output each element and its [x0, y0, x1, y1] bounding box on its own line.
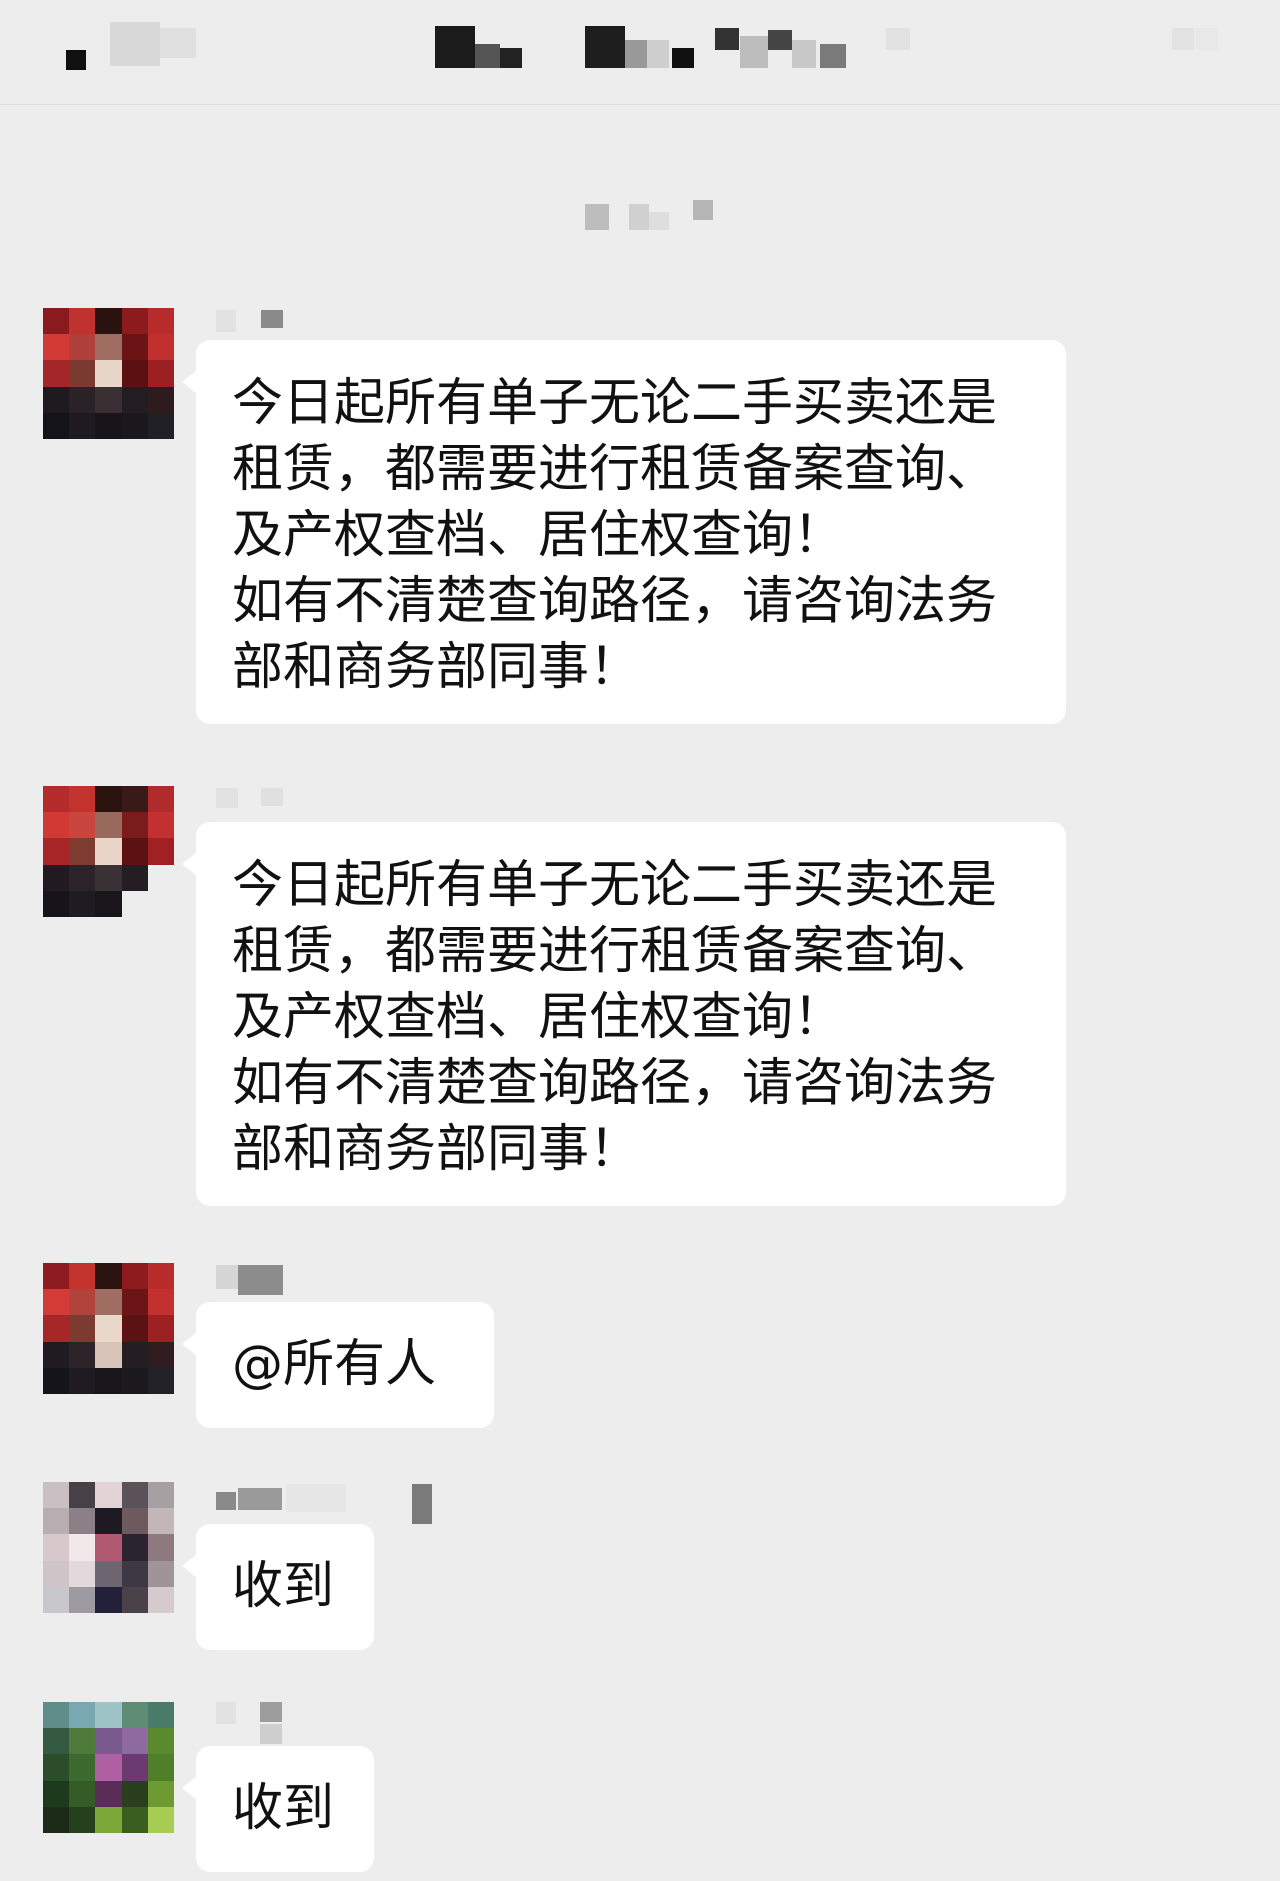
- timestamp: [585, 200, 715, 232]
- message-line: 及产权查档、居住权查询！: [232, 506, 845, 565]
- message-bubble: 今日起所有单子无论二手买卖还是 租赁，都需要进行租赁备案查询、 及产权查档、居住…: [182, 822, 1066, 1206]
- avatar[interactable]: [43, 1702, 174, 1833]
- chat-header: [0, 0, 1280, 105]
- avatar[interactable]: [43, 1263, 174, 1394]
- message-line: 租赁，都需要进行租赁备案查询、: [232, 922, 998, 981]
- message-line: 如有不清楚查询路径，请咨询法务: [232, 1054, 998, 1113]
- message-line: 租赁，都需要进行租赁备案查询、: [232, 440, 998, 499]
- message-line: 如有不清楚查询路径，请咨询法务: [232, 572, 998, 631]
- message-line: 今日起所有单子无论二手买卖还是: [232, 374, 998, 433]
- message-line: 今日起所有单子无论二手买卖还是: [232, 856, 998, 915]
- message-line: 收到: [232, 1557, 335, 1616]
- message-bubble: 今日起所有单子无论二手买卖还是 租赁，都需要进行租赁备案查询、 及产权查档、居住…: [182, 340, 1066, 724]
- message-line: 部和商务部同事！: [232, 1120, 641, 1179]
- message-bubble: 收到: [182, 1746, 374, 1872]
- avatar[interactable]: [43, 308, 174, 439]
- message-line: 收到: [232, 1779, 335, 1838]
- avatar[interactable]: [43, 1482, 174, 1613]
- message-bubble: @所有人: [182, 1302, 494, 1428]
- avatar[interactable]: [43, 786, 174, 917]
- message-line: @所有人: [232, 1335, 437, 1394]
- message-line: 部和商务部同事！: [232, 638, 641, 697]
- message-line: 及产权查档、居住权查询！: [232, 988, 845, 1047]
- message-bubble: 收到: [182, 1524, 374, 1650]
